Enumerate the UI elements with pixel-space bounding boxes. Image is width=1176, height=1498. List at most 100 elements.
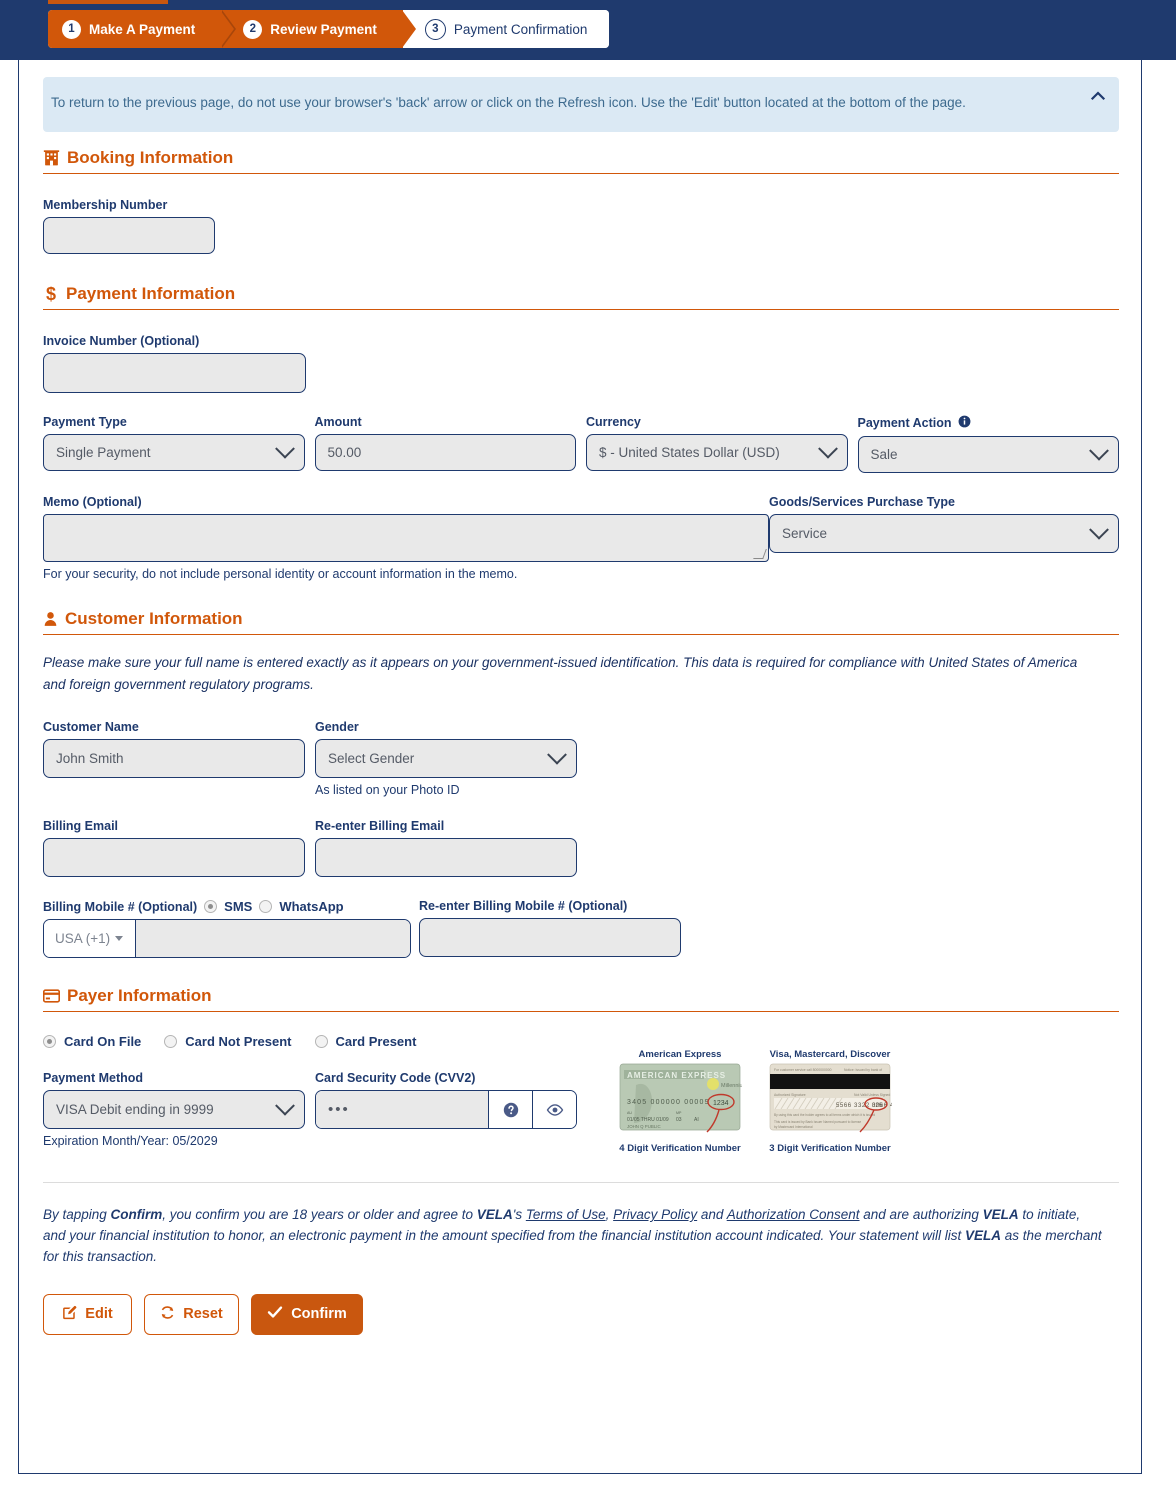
terms-text: By tapping Confirm, you confirm you are … xyxy=(43,1205,1103,1268)
card-on-file-radio[interactable] xyxy=(43,1035,56,1049)
cvv-help-illustrations: American Express AMERICAN EXPRESS Millen… xyxy=(616,1049,897,1155)
wizard-step-number: 1 xyxy=(62,19,81,39)
billing-mobile-label: Billing Mobile # (Optional) xyxy=(43,899,198,914)
gender-label: Gender xyxy=(315,720,359,735)
question-circle-icon[interactable] xyxy=(489,1091,533,1129)
edit-button[interactable]: Edit xyxy=(43,1293,132,1335)
invoice-number-input[interactable] xyxy=(43,353,306,393)
payment-type-value: Single Payment xyxy=(56,445,151,460)
wizard-step-review-payment[interactable]: 2 Review Payment xyxy=(221,10,416,48)
billing-mobile-input-group: USA (+1) xyxy=(43,919,411,959)
other-title: Visa, Mastercard, Discover xyxy=(769,1049,891,1061)
payment-type-select[interactable]: Single Payment xyxy=(43,434,305,471)
card-not-present-radio[interactable] xyxy=(164,1035,178,1049)
svg-text:This card is issued by Bank Is: This card is issued by Bank Issuer Named… xyxy=(774,1120,861,1124)
membership-number-label: Membership Number xyxy=(43,198,168,212)
memo-group: Memo (Optional) For your security, do no… xyxy=(43,495,769,581)
terms-part-3: 's xyxy=(512,1207,526,1223)
gender-value: Select Gender xyxy=(328,751,415,767)
eye-icon[interactable] xyxy=(533,1091,576,1129)
expiration-text: Expiration Month/Year: 05/2029 xyxy=(43,1134,218,1149)
terms-part-4: , xyxy=(605,1207,614,1223)
payment-action-select[interactable]: Sale xyxy=(857,436,1119,473)
currency-select[interactable]: $ - United States Dollar (USD) xyxy=(586,434,848,471)
terms-of-use-link[interactable]: Terms of Use xyxy=(526,1207,606,1222)
customer-section-title: Customer Information xyxy=(65,609,243,628)
terms-part-2: , you confirm you are 18 years or older … xyxy=(162,1207,477,1223)
card-present-label: Card Present xyxy=(335,1034,417,1050)
membership-number-group: Membership Number xyxy=(43,198,1119,254)
billing-mobile-confirm-input[interactable] xyxy=(419,918,681,958)
authorization-consent-link[interactable]: Authorization Consent xyxy=(727,1207,860,1222)
cvv-input[interactable]: ••• xyxy=(316,1091,489,1129)
svg-text:For customer service call 8000: For customer service call 8000000000 xyxy=(774,1068,832,1072)
customer-name-row: Customer Name John Smith Gender Select G… xyxy=(43,720,1119,797)
payment-fields-row: Payment Type Single Payment Amount 50.00… xyxy=(43,415,1119,473)
privacy-policy-link[interactable]: Privacy Policy xyxy=(613,1207,697,1222)
svg-text:3405 000000 00009: 3405 000000 00009 xyxy=(627,1099,710,1106)
payer-section-header: Payer Information xyxy=(43,986,1119,1013)
booking-section-header: Booking Information xyxy=(43,148,1119,174)
wizard-step-payment-confirmation[interactable]: 3 Payment Confirmation xyxy=(402,10,610,48)
sms-radio[interactable] xyxy=(204,900,218,914)
payment-action-value: Sale xyxy=(870,447,898,462)
info-icon[interactable] xyxy=(958,415,971,431)
gender-hint: As listed on your Photo ID xyxy=(315,783,460,798)
confirm-button[interactable]: Confirm xyxy=(251,1293,363,1335)
svg-text:Authorized Signature: Authorized Signature xyxy=(774,1093,806,1097)
invoice-number-group: Invoice Number (Optional) xyxy=(43,334,1119,393)
customer-name-input[interactable]: John Smith xyxy=(43,739,305,779)
gender-select[interactable]: Select Gender xyxy=(315,739,577,779)
wizard-step-make-a-payment[interactable]: 1 Make A Payment xyxy=(48,10,237,48)
payment-method-group: Payment Method VISA Debit ending in 9999… xyxy=(43,1071,305,1148)
chevron-down-icon xyxy=(1089,440,1109,461)
customer-notice: Please make sure your full name is enter… xyxy=(43,655,1078,692)
billing-email-label: Billing Email xyxy=(43,819,119,834)
amount-input[interactable]: 50.00 xyxy=(314,434,576,471)
brand-name: VELA xyxy=(476,1207,513,1223)
whatsapp-radio[interactable] xyxy=(259,900,273,914)
billing-mobile-input[interactable] xyxy=(136,920,410,958)
wizard-step-label: Payment Confirmation xyxy=(453,21,588,37)
person-icon xyxy=(43,611,58,627)
info-alert-text: To return to the previous page, do not u… xyxy=(51,95,966,110)
svg-text:By using this card the holder: By using this card the holder agrees to … xyxy=(774,1113,875,1117)
payment-action-group: Payment Action Sale xyxy=(857,415,1119,473)
svg-text:AU: AU xyxy=(627,1111,632,1115)
dollar-icon: $ xyxy=(46,284,57,304)
other-caption: 3 Digit Verification Number xyxy=(769,1143,891,1155)
sms-label: SMS xyxy=(224,899,253,915)
billing-email-group: Billing Email xyxy=(43,819,305,878)
card-present-radio[interactable] xyxy=(314,1035,328,1049)
credit-card-icon xyxy=(43,989,60,1003)
main-content-card: To return to the previous page, do not u… xyxy=(18,60,1142,1474)
confirm-button-label: Confirm xyxy=(291,1306,347,1323)
form-content: Booking Information Membership Number $ … xyxy=(43,148,1119,1335)
billing-email-confirm-input[interactable] xyxy=(315,838,577,878)
amount-group: Amount 50.00 xyxy=(314,415,576,473)
reset-button[interactable]: Reset xyxy=(144,1293,239,1335)
wizard-step-label: Review Payment xyxy=(270,21,377,37)
billing-mobile-group: Billing Mobile # (Optional) SMS WhatsApp… xyxy=(43,899,411,959)
customer-name-group: Customer Name John Smith xyxy=(43,720,305,797)
country-code-select[interactable]: USA (+1) xyxy=(44,920,136,958)
card-on-file-label: Card On File xyxy=(64,1034,142,1050)
goods-services-select[interactable]: Service xyxy=(769,514,1119,553)
payment-method-select[interactable]: VISA Debit ending in 9999 xyxy=(43,1090,305,1130)
chevron-down-icon xyxy=(547,744,567,765)
memo-textarea[interactable] xyxy=(43,514,769,562)
wizard-step-number: 3 xyxy=(424,18,446,40)
svg-text:MP: MP xyxy=(676,1111,682,1115)
billing-email-confirm-label: Re-enter Billing Email xyxy=(315,819,445,834)
svg-text:JOHN Q PUBLIC: JOHN Q PUBLIC xyxy=(627,1124,661,1129)
membership-number-input[interactable] xyxy=(43,217,215,254)
amount-label: Amount xyxy=(314,415,362,429)
chevron-up-icon[interactable] xyxy=(1089,87,1107,105)
billing-email-input[interactable] xyxy=(43,838,305,878)
whatsapp-label: WhatsApp xyxy=(279,899,344,915)
amex-title: American Express xyxy=(638,1049,722,1061)
chevron-down-icon xyxy=(1089,519,1109,540)
check-icon xyxy=(267,1304,283,1324)
svg-text:03: 03 xyxy=(676,1117,682,1123)
amex-caption: 4 Digit Verification Number xyxy=(619,1143,741,1155)
